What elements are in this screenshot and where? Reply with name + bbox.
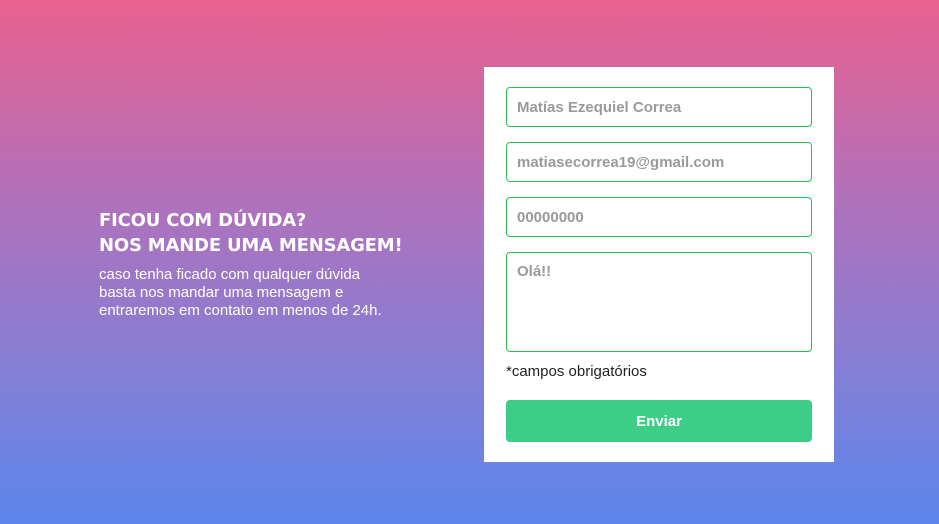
email-input[interactable] bbox=[506, 142, 812, 182]
required-fields-note: *campos obrigatórios bbox=[506, 363, 647, 380]
message-textarea[interactable] bbox=[506, 252, 812, 352]
page-title: FICOU COM DÚVIDA? NOS MANDE UMA MENSAGEM… bbox=[99, 208, 429, 258]
contact-form: *campos obrigatórios Enviar bbox=[484, 67, 834, 462]
name-input[interactable] bbox=[506, 87, 812, 127]
phone-input[interactable] bbox=[506, 197, 812, 237]
title-line-2: NOS MANDE UMA MENSAGEM! bbox=[99, 235, 403, 256]
contact-intro: FICOU COM DÚVIDA? NOS MANDE UMA MENSAGEM… bbox=[99, 208, 429, 320]
intro-description: caso tenha ficado com qualquer dúvida ba… bbox=[99, 266, 382, 319]
title-line-1: FICOU COM DÚVIDA? bbox=[99, 210, 307, 231]
send-button[interactable]: Enviar bbox=[506, 400, 812, 442]
